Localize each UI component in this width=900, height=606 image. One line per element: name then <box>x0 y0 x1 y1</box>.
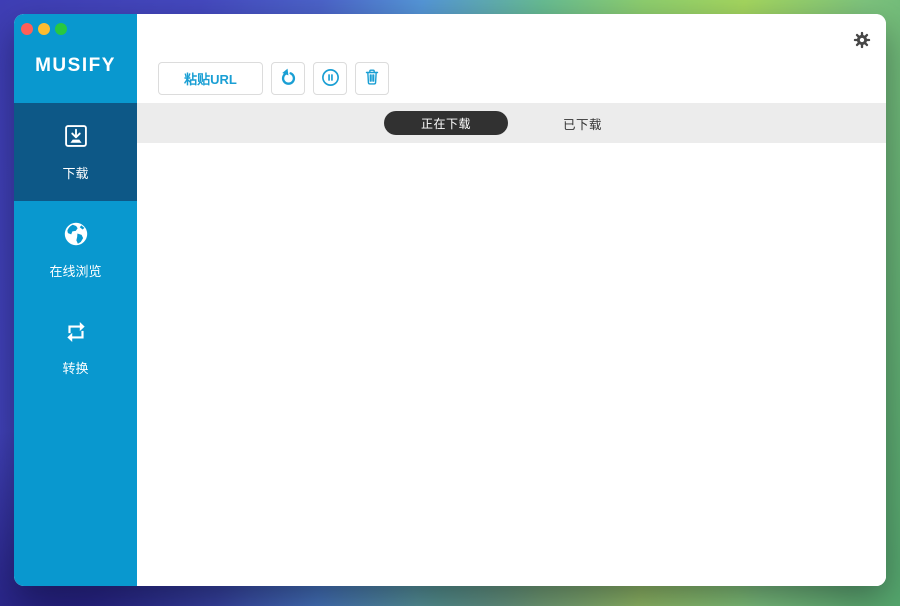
tab-downloaded[interactable]: 已下载 <box>551 103 614 143</box>
sidebar-item-label: 转换 <box>62 358 88 377</box>
close-button[interactable] <box>21 23 33 35</box>
sidebar-item-label: 在线浏览 <box>49 261 101 280</box>
download-tray-icon <box>62 122 90 150</box>
sidebar: MUSIFY 下载 <box>14 14 137 586</box>
toolbar: 粘贴URL <box>137 14 886 103</box>
zoom-button[interactable] <box>55 23 67 35</box>
trash-icon <box>362 67 382 90</box>
globe-icon <box>62 220 90 248</box>
sidebar-item-download[interactable]: 下载 <box>14 103 137 201</box>
rotate-ccw-icon <box>278 67 299 91</box>
pause-circle-icon <box>320 67 341 91</box>
traffic-lights <box>21 23 67 35</box>
tab-downloading[interactable]: 正在下载 <box>384 111 508 135</box>
download-list-empty-area <box>137 143 886 586</box>
minimize-button[interactable] <box>38 23 50 35</box>
convert-loop-icon <box>63 319 89 345</box>
paste-url-button[interactable]: 粘贴URL <box>158 62 263 95</box>
sidebar-item-label: 下载 <box>62 163 88 182</box>
sidebar-item-convert[interactable]: 转换 <box>14 299 137 397</box>
pause-button[interactable] <box>313 62 347 95</box>
download-tab-strip: 正在下载 已下载 <box>137 103 886 143</box>
retry-button[interactable] <box>271 62 305 95</box>
sidebar-nav: 下载 在线浏览 <box>14 103 137 397</box>
main-area: 粘贴URL <box>137 14 886 586</box>
app-logo: MUSIFY <box>35 55 116 77</box>
delete-button[interactable] <box>355 62 389 95</box>
app-window: MUSIFY 下载 <box>14 14 886 586</box>
sidebar-item-browse-online[interactable]: 在线浏览 <box>14 201 137 299</box>
settings-button[interactable] <box>851 30 873 52</box>
gear-icon <box>852 38 872 53</box>
